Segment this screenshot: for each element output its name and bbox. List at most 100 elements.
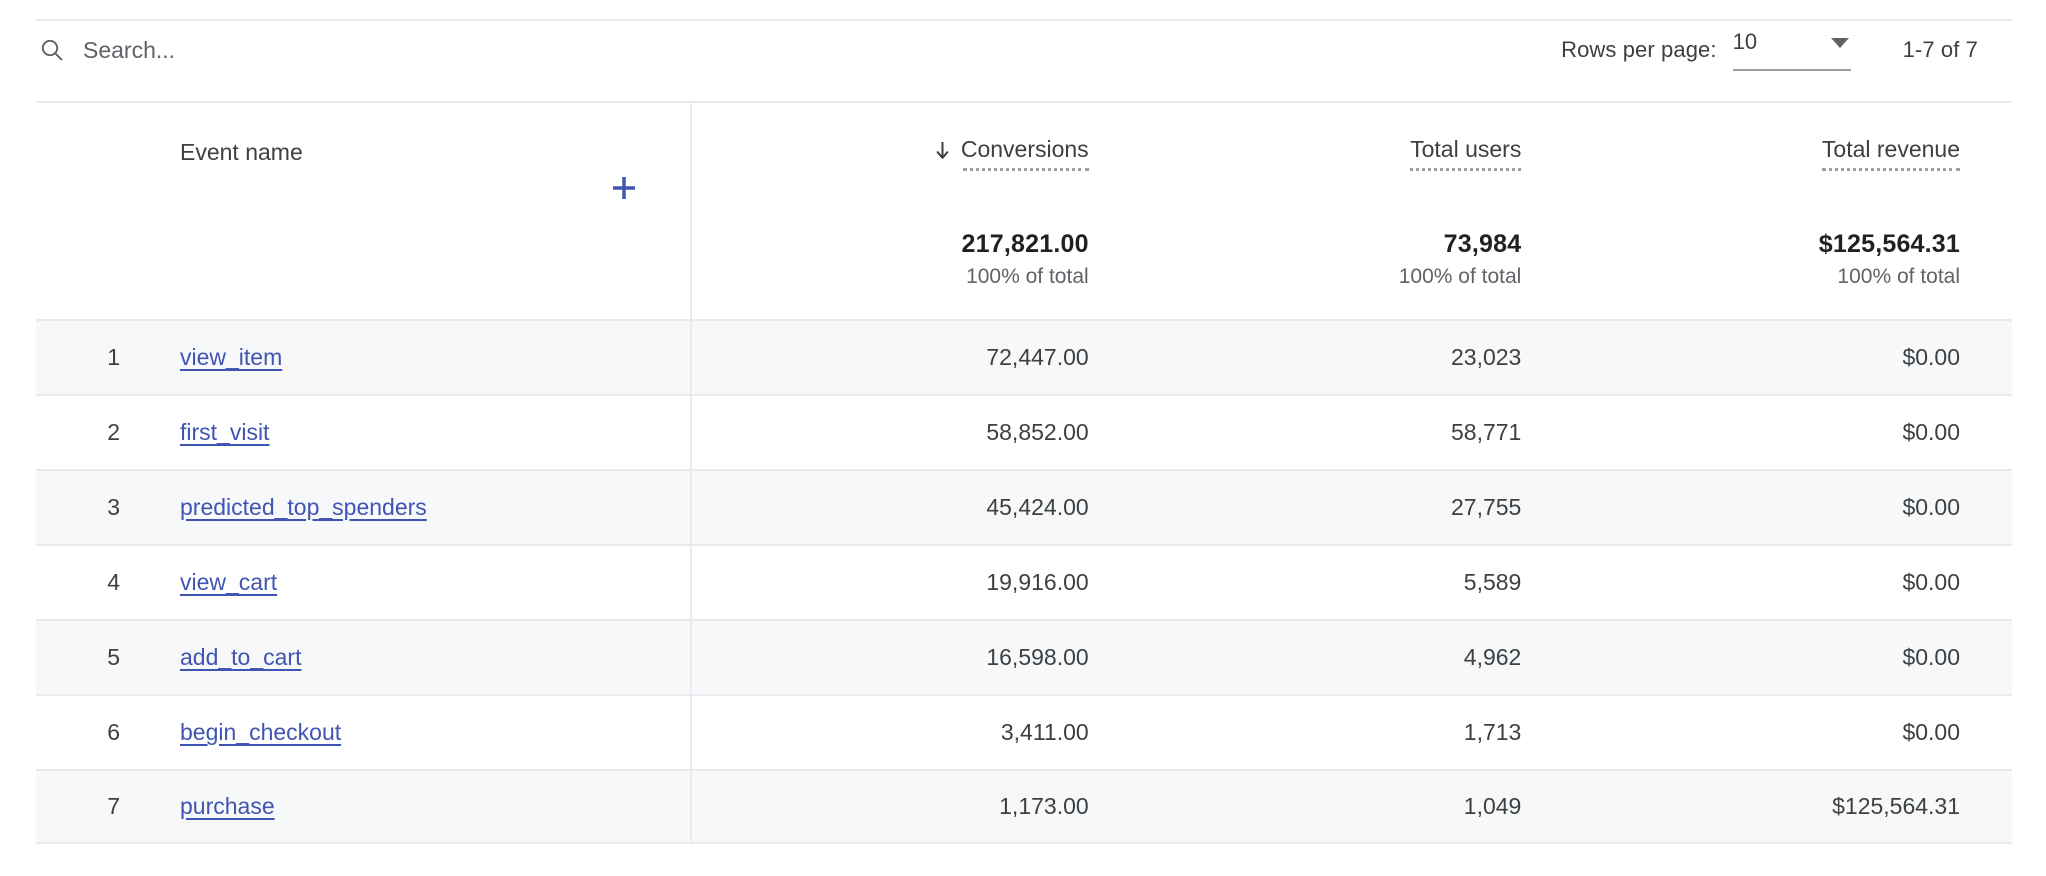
row-dimension-cell: first_visit	[136, 396, 690, 469]
event-name-link[interactable]: predicted_top_spenders	[180, 494, 427, 521]
arrow-down-icon	[936, 141, 949, 159]
row-conversions: 16,598.00	[986, 644, 1089, 670]
metric-header-conversions-inner: Conversions	[933, 136, 1089, 171]
totals-dimension-cell	[136, 199, 690, 319]
table-totals-row: 217,821.00 100% of total 73,984 100% of …	[36, 199, 2012, 319]
totals-total-revenue-value: $125,564.31	[1818, 229, 1961, 258]
totals-left-block	[36, 199, 692, 319]
row-dimension-cell: purchase	[136, 771, 690, 842]
chevron-down-icon	[1830, 37, 1849, 48]
search-icon	[39, 37, 65, 63]
table-row[interactable]: 5 add_to_cart 16,598.00 4,962 $0.00	[36, 619, 2012, 694]
table-row[interactable]: 2 first_visit 58,852.00 58,771 $0.00	[36, 394, 2012, 469]
event-name-link[interactable]: view_cart	[180, 569, 277, 596]
row-total-revenue: $125,564.31	[1832, 793, 1961, 819]
rows-per-page-select[interactable]: 10	[1732, 28, 1851, 71]
totals-total-users-cell: 73,984 100% of total	[1125, 199, 1564, 319]
header-metric-total-revenue[interactable]: Total revenue	[1563, 103, 2012, 199]
metric-dotted-underline	[1821, 168, 1961, 171]
row-left-block: 5 add_to_cart	[36, 621, 692, 694]
metric-dotted-underline	[1410, 168, 1522, 171]
row-metrics-block: 19,916.00 5,589 $0.00	[692, 546, 2012, 619]
row-total-revenue: $0.00	[1902, 419, 1961, 445]
row-conversions: 19,916.00	[986, 569, 1089, 595]
metric-dotted-underline	[962, 168, 1089, 171]
totals-total-users-value: 73,984	[1443, 229, 1522, 258]
event-name-link[interactable]: view_item	[180, 344, 282, 371]
row-left-block: 6 begin_checkout	[36, 696, 692, 769]
pagination-range-label: 1-7 of 7	[1902, 36, 1978, 62]
row-total-users: 27,755	[1450, 494, 1522, 520]
row-total-revenue: $0.00	[1902, 644, 1961, 670]
row-index: 2	[107, 419, 120, 445]
row-conversions: 3,411.00	[1000, 719, 1089, 745]
row-left-block: 4 view_cart	[36, 546, 692, 619]
event-name-link[interactable]: first_visit	[180, 419, 269, 446]
row-conversions: 72,447.00	[986, 344, 1089, 370]
row-total-users: 58,771	[1450, 419, 1522, 445]
row-total-users: 23,023	[1450, 344, 1522, 370]
row-metrics-block: 1,173.00 1,049 $125,564.31	[692, 771, 2012, 842]
row-total-users: 1,713	[1463, 719, 1522, 745]
dimension-header-label: Event name	[180, 139, 303, 165]
row-index: 5	[107, 644, 120, 670]
row-total-revenue: $0.00	[1902, 494, 1961, 520]
search-area	[36, 34, 503, 65]
totals-total-revenue-cell: $125,564.31 100% of total	[1563, 199, 2012, 319]
row-metrics-block: 16,598.00 4,962 $0.00	[692, 621, 2012, 694]
totals-metrics-block: 217,821.00 100% of total 73,984 100% of …	[692, 199, 2012, 319]
metric-label-total-revenue: Total revenue	[1821, 136, 1961, 162]
event-name-link[interactable]: begin_checkout	[180, 719, 341, 746]
table-row[interactable]: 4 view_cart 19,916.00 5,589 $0.00	[36, 544, 2012, 619]
table-row[interactable]: 3 predicted_top_spenders 45,424.00 27,75…	[36, 469, 2012, 544]
row-total-users: 5,589	[1463, 569, 1522, 595]
search-input[interactable]	[83, 34, 503, 65]
table-row[interactable]: 1 view_item 72,447.00 23,023 $0.00	[36, 319, 2012, 394]
row-total-users: 4,962	[1463, 644, 1522, 670]
totals-index-cell	[36, 199, 136, 319]
row-total-revenue: $0.00	[1902, 344, 1961, 370]
header-metric-conversions[interactable]: Conversions	[692, 103, 1125, 199]
header-left-block: Event name	[36, 103, 692, 199]
metric-header-total-users-inner: Total users	[1410, 136, 1522, 171]
table-toolbar: Rows per page: 10 1-7 of 7	[36, 19, 2012, 78]
row-dimension-cell: predicted_top_spenders	[136, 471, 690, 544]
row-dimension-cell: begin_checkout	[136, 696, 690, 769]
row-left-block: 7 purchase	[36, 771, 692, 842]
row-total-revenue: $0.00	[1902, 719, 1961, 745]
row-total-users: 1,049	[1463, 793, 1522, 819]
totals-conversions-value: 217,821.00	[961, 229, 1089, 258]
header-metrics-block: Conversions Total users Total revenue	[692, 103, 2012, 199]
events-table-panel: Rows per page: 10 1-7 of 7 Event name	[0, 0, 2046, 876]
row-index: 6	[107, 719, 120, 745]
row-metrics-block: 72,447.00 23,023 $0.00	[692, 321, 2012, 394]
row-index: 7	[107, 793, 120, 819]
row-total-revenue: $0.00	[1902, 569, 1961, 595]
row-dimension-cell: view_cart	[136, 546, 690, 619]
header-metric-total-users[interactable]: Total users	[1125, 103, 1564, 199]
row-left-block: 2 first_visit	[36, 396, 692, 469]
rows-per-page-label: Rows per page:	[1561, 36, 1717, 62]
row-conversions: 58,852.00	[986, 419, 1089, 445]
table-row[interactable]: 7 purchase 1,173.00 1,049 $125,564.31	[36, 769, 2012, 844]
event-name-link[interactable]: purchase	[180, 793, 275, 820]
header-dimension-cell: Event name	[136, 103, 690, 204]
row-metrics-block: 3,411.00 1,713 $0.00	[692, 696, 2012, 769]
totals-conversions-cell: 217,821.00 100% of total	[692, 199, 1125, 319]
event-name-link[interactable]: add_to_cart	[180, 644, 301, 671]
events-table: Event name Conversions Total users Total…	[36, 101, 2012, 844]
row-index: 1	[107, 344, 120, 370]
totals-total-revenue-sub: 100% of total	[1837, 264, 1961, 288]
table-row[interactable]: 6 begin_checkout 3,411.00 1,713 $0.00	[36, 694, 2012, 769]
row-conversions: 1,173.00	[999, 793, 1089, 819]
row-dimension-cell: add_to_cart	[136, 621, 690, 694]
rows-per-page-value: 10	[1732, 28, 1758, 54]
row-index: 3	[107, 494, 120, 520]
row-metrics-block: 45,424.00 27,755 $0.00	[692, 471, 2012, 544]
pagination-controls: Rows per page: 10 1-7 of 7	[1561, 29, 2012, 71]
row-index: 4	[107, 569, 120, 595]
row-left-block: 1 view_item	[36, 321, 692, 394]
metric-label-total-users: Total users	[1410, 136, 1522, 162]
row-conversions: 45,424.00	[986, 494, 1089, 520]
row-left-block: 3 predicted_top_spenders	[36, 471, 692, 544]
